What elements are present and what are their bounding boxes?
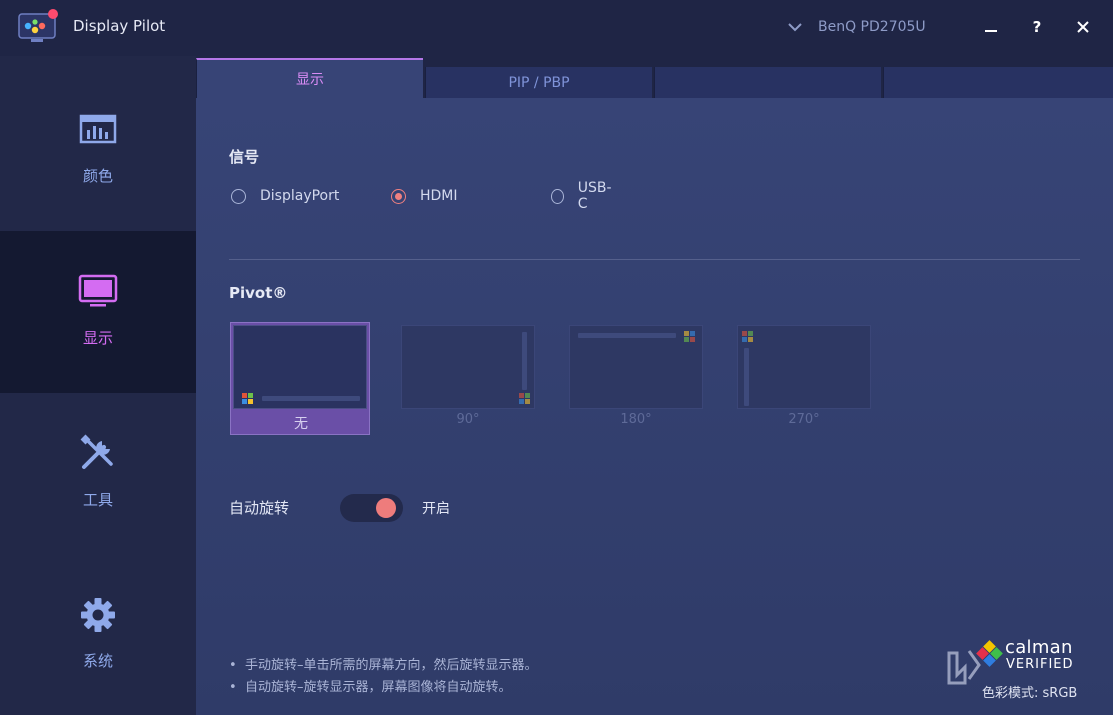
note-item: • 手动旋转–单击所需的屏幕方向，然后旋转显示器。 (229, 658, 538, 673)
radio-button (391, 188, 406, 204)
radio-label: USB-C (577, 180, 612, 212)
pivot-option-90[interactable]: 90° (398, 322, 538, 435)
radio-hdmi[interactable]: HDMI (391, 186, 458, 206)
tools-icon (80, 434, 113, 469)
radio-button (551, 188, 564, 204)
auto-rotate-state: 开启 (422, 501, 450, 517)
sidebar-item-label: 显示 (82, 329, 113, 347)
auto-rotate-label: 自动旋转 (229, 499, 290, 517)
color-bars-icon (79, 114, 117, 144)
title-bar: Display Pilot BenQ PD2705U ? (0, 0, 1113, 56)
color-mode-label: 色彩模式: sRGB (982, 686, 1078, 701)
tab-bar: 显示 PIP / PBP (196, 56, 1113, 98)
pivot-option-label: 270° (788, 412, 820, 427)
taskbar-preview (522, 332, 527, 390)
sidebar: 颜色 显示 工具 系统 (0, 56, 196, 715)
windows-logo-icon (242, 393, 253, 404)
close-icon (1077, 21, 1089, 33)
pivot-section-title: Pivot® (229, 284, 288, 302)
pivot-option-label: 90° (456, 412, 480, 427)
help-notes: • 手动旋转–单击所需的屏幕方向，然后旋转显示器。 • 自动旋转–旋转显示器，屏幕图… (229, 655, 538, 699)
note-text: 手动旋转–单击所需的屏幕方向，然后旋转显示器。 (245, 658, 538, 673)
gear-icon (81, 598, 115, 632)
monitor-selector[interactable]: BenQ PD2705U (786, 15, 926, 39)
app-logo-icon (18, 9, 58, 42)
radio-label: HDMI (420, 188, 458, 204)
windows-logo-icon (519, 393, 530, 404)
taskbar-preview (744, 348, 749, 406)
sidebar-item-label: 系统 (82, 652, 113, 670)
monitor-icon (78, 274, 118, 307)
pivot-preview (569, 325, 703, 409)
monitor-name: BenQ PD2705U (818, 19, 926, 35)
calman-logo-icon (976, 640, 1003, 667)
pivot-preview (737, 325, 871, 409)
tab-pip-pbp[interactable]: PIP / PBP (425, 67, 652, 98)
help-button[interactable]: ? (1024, 14, 1050, 40)
sidebar-item-color[interactable]: 颜色 (0, 68, 196, 230)
note-item: • 自动旋转–旋转显示器，屏幕图像将自动旋转。 (229, 680, 512, 695)
pivot-option-label: 无 (294, 416, 308, 432)
app-title: Display Pilot (73, 17, 166, 35)
signal-section-title: 信号 (229, 148, 260, 166)
pivot-option-none[interactable]: 无 (230, 322, 370, 435)
windows-logo-icon (684, 331, 695, 342)
close-button[interactable] (1070, 14, 1096, 40)
sidebar-item-tools[interactable]: 工具 (0, 393, 196, 555)
radio-button (231, 188, 246, 204)
sidebar-item-display[interactable]: 显示 (0, 231, 196, 393)
toggle-knob (376, 498, 396, 518)
pivot-option-180[interactable]: 180° (566, 322, 706, 435)
pivot-preview (401, 325, 535, 409)
note-text: 自动旋转–旋转显示器，屏幕图像将自动旋转。 (245, 680, 512, 695)
chevron-down-icon (788, 23, 802, 32)
taskbar-preview (262, 396, 360, 401)
pivot-preview (233, 325, 367, 409)
auto-rotate-toggle[interactable] (340, 494, 403, 522)
radio-label: DisplayPort (260, 188, 340, 204)
section-divider (229, 259, 1080, 260)
radio-displayport[interactable]: DisplayPort (231, 186, 339, 206)
minimize-icon (985, 30, 997, 32)
calman-verified: VERIFIED (1006, 657, 1074, 672)
taskbar-preview (578, 333, 676, 338)
pivot-option-label: 180° (620, 412, 652, 427)
pivot-option-270[interactable]: 270° (734, 322, 874, 435)
minimize-button[interactable] (978, 14, 1004, 40)
calman-name: calman (1005, 637, 1073, 658)
tab-display[interactable]: 显示 (196, 58, 423, 98)
sidebar-item-system[interactable]: 系统 (0, 553, 196, 715)
tab-empty-2[interactable] (883, 67, 1113, 98)
windows-logo-icon (742, 331, 753, 342)
sidebar-item-label: 工具 (82, 491, 113, 509)
tab-empty-1[interactable] (654, 67, 881, 98)
sidebar-item-label: 颜色 (82, 167, 113, 185)
radio-usb-c[interactable]: USB-C (551, 180, 614, 212)
